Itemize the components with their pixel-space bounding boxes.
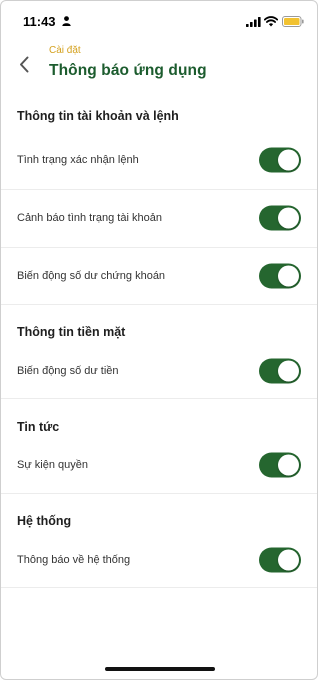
battery-icon [282, 16, 304, 27]
phone-screen: 11:43 Cài đặt Thông báo ứng dụng Thông t… [0, 0, 318, 680]
setting-row-system-notifications[interactable]: Thông báo về hệ thống [1, 532, 317, 588]
toggle-knob [278, 454, 299, 476]
status-bar: 11:43 [1, 1, 317, 41]
setting-row-cash-balance[interactable]: Biến động số dư tiền [1, 343, 317, 399]
toggle-knob [278, 360, 299, 382]
setting-label: Biến động số dư tiền [17, 365, 119, 377]
breadcrumb[interactable]: Cài đặt [49, 45, 81, 56]
setting-label: Biến động số dư chứng khoán [17, 270, 166, 282]
status-time: 11:43 [23, 14, 56, 29]
wifi-icon [264, 16, 278, 27]
toggle-knob [278, 265, 299, 287]
toggle-knob [278, 149, 299, 171]
setting-label: Cảnh báo tình trạng tài khoản [17, 212, 162, 224]
toggle-knob [278, 207, 299, 229]
setting-row-order-confirmation[interactable]: Tình trạng xác nhận lệnh [1, 132, 317, 188]
setting-label: Thông báo về hệ thống [17, 554, 131, 566]
section-title-cash: Thông tin tiền mặt [17, 325, 126, 339]
order-confirmation-toggle[interactable] [259, 147, 301, 173]
account-warning-toggle[interactable] [259, 205, 301, 231]
corporate-actions-toggle[interactable] [259, 452, 301, 478]
setting-row-securities-balance[interactable]: Biến động số dư chứng khoán [1, 248, 317, 304]
section-title-system: Hệ thống [17, 514, 72, 528]
back-button[interactable] [13, 51, 35, 77]
setting-row-corporate-actions[interactable]: Sự kiện quyền [1, 437, 317, 493]
page-title: Thông báo ứng dụng [49, 62, 207, 79]
divider [1, 304, 317, 305]
setting-label: Tình trạng xác nhận lệnh [17, 154, 139, 166]
divider [1, 398, 317, 399]
system-notifications-toggle[interactable] [259, 547, 301, 573]
divider [1, 587, 317, 588]
cellular-signal-icon [246, 17, 261, 27]
setting-label: Sự kiện quyền [17, 459, 88, 471]
chevron-left-icon [20, 56, 29, 72]
cash-balance-toggle[interactable] [259, 358, 301, 384]
section-title-account-orders: Thông tin tài khoản và lệnh [17, 109, 179, 123]
section-title-news: Tin tức [17, 420, 60, 434]
home-indicator[interactable] [105, 667, 215, 671]
divider [1, 493, 317, 494]
toggle-knob [278, 549, 299, 571]
setting-row-account-warning[interactable]: Cảnh báo tình trạng tài khoản [1, 190, 317, 246]
securities-balance-toggle[interactable] [259, 263, 301, 289]
person-icon [62, 16, 71, 26]
